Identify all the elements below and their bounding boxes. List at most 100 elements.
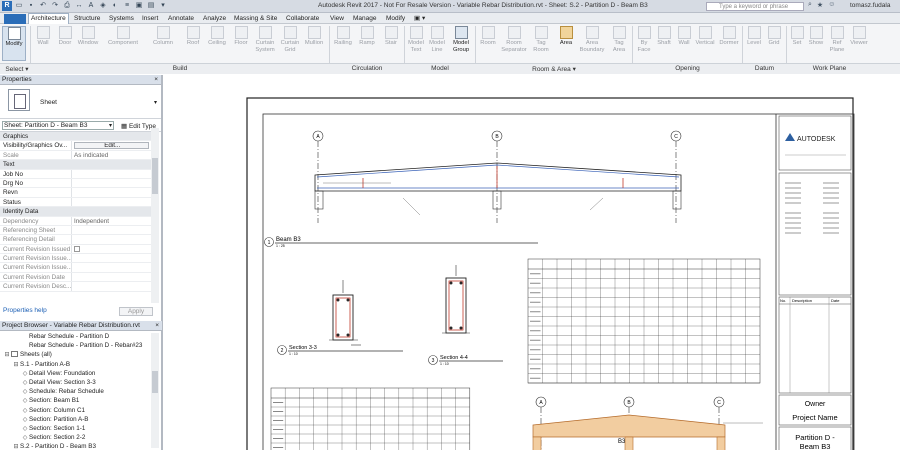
wall-button[interactable]: Wall: [33, 26, 53, 63]
by-face-button[interactable]: By Face: [635, 26, 653, 63]
railing-button[interactable]: Railing: [332, 26, 354, 63]
browser-scrollbar[interactable]: [151, 333, 159, 448]
property-row[interactable]: Job No: [0, 169, 151, 179]
property-value[interactable]: Independent: [72, 217, 148, 225]
thin-lines-icon[interactable]: ≡: [122, 1, 132, 11]
show-button[interactable]: Show: [807, 26, 825, 63]
redo-icon[interactable]: ↷: [50, 1, 60, 11]
switch-windows-icon[interactable]: ▤: [146, 1, 156, 11]
door-button[interactable]: Door: [55, 26, 75, 63]
edit-button[interactable]: Edit...: [73, 142, 149, 149]
browser-item[interactable]: ◇ Schedule: Rebar Schedule: [0, 387, 162, 396]
tab-insert[interactable]: Insert: [140, 14, 160, 24]
ref-plane-button[interactable]: Ref Plane: [827, 26, 847, 63]
tab-collaborate[interactable]: Collaborate: [284, 14, 321, 24]
curtain-grid-button[interactable]: Curtain Grid: [279, 26, 301, 63]
wall-opening-button[interactable]: Wall: [675, 26, 693, 63]
property-value[interactable]: [72, 235, 148, 243]
close-icon[interactable]: ×: [155, 321, 159, 331]
tab-annotate[interactable]: Annotate: [166, 14, 196, 24]
browser-item[interactable]: Rebar Schedule - Partition D - Rebar#23: [0, 341, 162, 350]
collapse-toggle-icon[interactable]: ⊟: [12, 443, 20, 452]
grid-button[interactable]: Grid: [765, 26, 783, 63]
search-icon[interactable]: ⌕: [808, 1, 812, 9]
print-icon[interactable]: ⎙: [62, 1, 72, 11]
room-separator-button[interactable]: Room Separator: [500, 26, 528, 63]
shaft-button[interactable]: Shaft: [655, 26, 673, 63]
property-group[interactable]: Identity Data: [0, 207, 151, 217]
property-row[interactable]: Current Revision Issue...: [0, 254, 151, 264]
property-value[interactable]: [72, 245, 148, 253]
panel-select[interactable]: Select ▾: [4, 65, 30, 73]
property-group[interactable]: Graphics: [0, 132, 151, 142]
tag-room-button[interactable]: Tag Room: [530, 26, 552, 63]
ramp-button[interactable]: Ramp: [357, 26, 377, 63]
area-button[interactable]: Area: [556, 26, 576, 63]
property-value[interactable]: [72, 226, 148, 234]
sheet-drawing[interactable]: AUTODESK No. Description Date Owner Proj…: [163, 75, 900, 452]
model-line-button[interactable]: Model Line: [428, 26, 446, 63]
drawing-canvas[interactable]: AUTODESK No. Description Date Owner Proj…: [163, 75, 900, 452]
modify-button[interactable]: Modify: [2, 26, 26, 61]
dormer-button[interactable]: Dormer: [718, 26, 740, 63]
browser-item[interactable]: ◇ Detail View: Section 3-3: [0, 378, 162, 387]
browser-item[interactable]: ⊟ Sheets (all): [0, 350, 162, 359]
column-button[interactable]: Column: [150, 26, 176, 63]
property-row[interactable]: Dependency Independent: [0, 216, 151, 226]
browser-item[interactable]: ◇ Section: Partition A-B: [0, 415, 162, 424]
property-value[interactable]: [72, 254, 148, 262]
search-input[interactable]: Type a keyword or phrase: [706, 2, 804, 11]
close-icon[interactable]: ×: [154, 75, 158, 85]
tab-architecture[interactable]: Architecture: [28, 13, 69, 24]
roof-button[interactable]: Roof: [183, 26, 203, 63]
apply-button[interactable]: Apply: [119, 307, 153, 316]
curtain-system-button[interactable]: Curtain System: [253, 26, 277, 63]
mullion-button[interactable]: Mullion: [302, 26, 326, 63]
property-group[interactable]: Text: [0, 160, 151, 170]
property-row[interactable]: Drg No: [0, 178, 151, 189]
property-row[interactable]: Referencing Detail: [0, 235, 151, 245]
property-value[interactable]: [72, 263, 148, 271]
property-row[interactable]: Current Revision Date: [0, 272, 151, 283]
tab-manage[interactable]: Manage: [351, 14, 379, 24]
browser-item[interactable]: ◇ Section: Section 2-2: [0, 433, 162, 442]
window-button[interactable]: Window: [76, 26, 100, 63]
floor-button[interactable]: Floor: [231, 26, 251, 63]
property-value[interactable]: [72, 273, 148, 281]
property-row[interactable]: Current Revision Issued: [0, 244, 151, 255]
set-button[interactable]: Set: [789, 26, 805, 63]
tab-file[interactable]: [4, 14, 26, 24]
instance-selector[interactable]: Sheet: Partition D - Beam B3: [2, 121, 114, 130]
tab-massing-site[interactable]: Massing & Site: [232, 14, 279, 24]
property-row[interactable]: Scale As indicated: [0, 150, 151, 161]
component-button[interactable]: Component: [103, 26, 143, 63]
property-row[interactable]: Visibility/Graphics Ov... Edit...: [0, 141, 151, 151]
property-value[interactable]: [72, 188, 148, 196]
property-value[interactable]: [72, 198, 148, 206]
model-group-button[interactable]: Model Group: [450, 26, 472, 63]
section-icon[interactable]: ◐: [110, 1, 120, 11]
browser-item[interactable]: Rebar Schedule - Partition D: [0, 332, 162, 341]
properties-scrollbar[interactable]: [151, 128, 159, 303]
viewer-button[interactable]: Viewer: [849, 26, 869, 63]
undo-icon[interactable]: ↶: [38, 1, 48, 11]
subscription-icon[interactable]: ★: [817, 1, 823, 9]
tab-systems[interactable]: Systems: [107, 14, 136, 24]
close-hidden-icon[interactable]: ▣: [134, 1, 144, 11]
tab-view[interactable]: View: [328, 14, 346, 24]
property-value[interactable]: As indicated: [72, 151, 148, 159]
browser-item[interactable]: ⊟S.1 - Partition A-B: [0, 360, 162, 369]
area-boundary-button[interactable]: Area Boundary: [578, 26, 606, 63]
property-value[interactable]: [72, 282, 148, 290]
property-row[interactable]: Referencing Sheet: [0, 225, 151, 236]
property-row[interactable]: Status: [0, 197, 151, 208]
3d-view-icon[interactable]: ◈: [98, 1, 108, 11]
user-icon[interactable]: ☺: [828, 1, 835, 9]
browser-item[interactable]: ◇ Detail View: Foundation: [0, 369, 162, 378]
tag-area-button[interactable]: Tag Area: [608, 26, 630, 63]
chevron-down-icon[interactable]: ▾: [154, 99, 157, 106]
browser-item[interactable]: ◇ Section: Column C1: [0, 406, 162, 415]
browser-item[interactable]: ◇ Section: Section 1-1: [0, 424, 162, 433]
browser-item[interactable]: ⊟S.2 - Partition D - Beam B3: [0, 442, 162, 451]
measure-icon[interactable]: ↔: [74, 1, 84, 11]
